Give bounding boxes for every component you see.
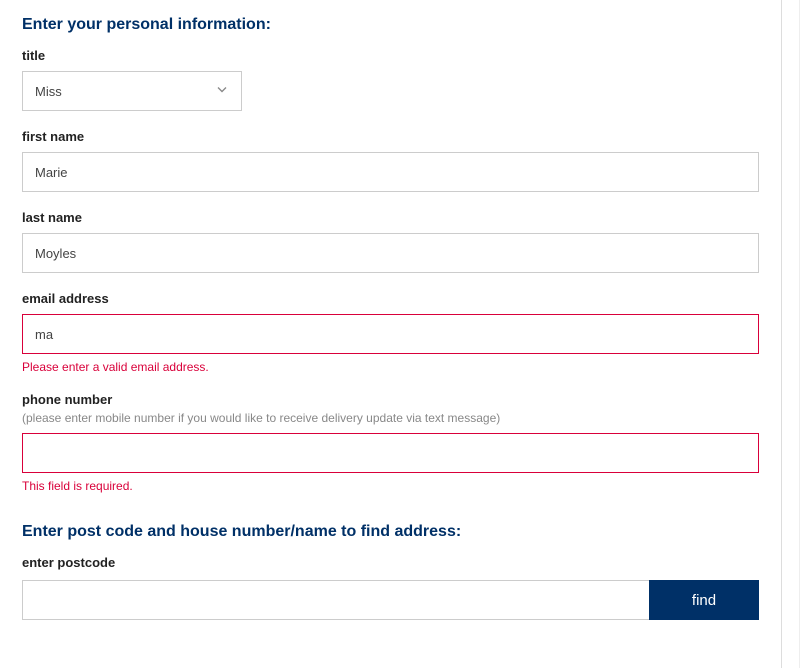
- email-label: email address: [22, 291, 759, 306]
- last-name-input[interactable]: [22, 233, 759, 273]
- address-section-title: Enter post code and house number/name to…: [22, 523, 759, 541]
- title-label: title: [22, 48, 759, 63]
- email-error: Please enter a valid email address.: [22, 360, 759, 374]
- postcode-input[interactable]: [22, 580, 649, 620]
- phone-field: phone number (please enter mobile number…: [22, 392, 759, 493]
- find-button[interactable]: find: [649, 580, 759, 620]
- form-main: Enter your personal information: title M…: [0, 0, 782, 668]
- phone-label: phone number: [22, 392, 759, 407]
- title-select-wrap: Miss: [22, 71, 242, 111]
- postcode-row: find: [22, 580, 759, 620]
- last-name-field: last name: [22, 210, 759, 273]
- sidebar-area: [782, 0, 800, 668]
- last-name-label: last name: [22, 210, 759, 225]
- postcode-label: enter postcode: [22, 555, 759, 570]
- email-field: email address Please enter a valid email…: [22, 291, 759, 374]
- first-name-field: first name: [22, 129, 759, 192]
- first-name-label: first name: [22, 129, 759, 144]
- email-input[interactable]: [22, 314, 759, 354]
- phone-error: This field is required.: [22, 479, 759, 493]
- personal-section-title: Enter your personal information:: [22, 16, 759, 34]
- title-select[interactable]: Miss: [22, 71, 242, 111]
- first-name-input[interactable]: [22, 152, 759, 192]
- postcode-field: enter postcode find: [22, 555, 759, 620]
- phone-hint: (please enter mobile number if you would…: [22, 411, 759, 425]
- title-field: title Miss: [22, 48, 759, 111]
- phone-input[interactable]: [22, 433, 759, 473]
